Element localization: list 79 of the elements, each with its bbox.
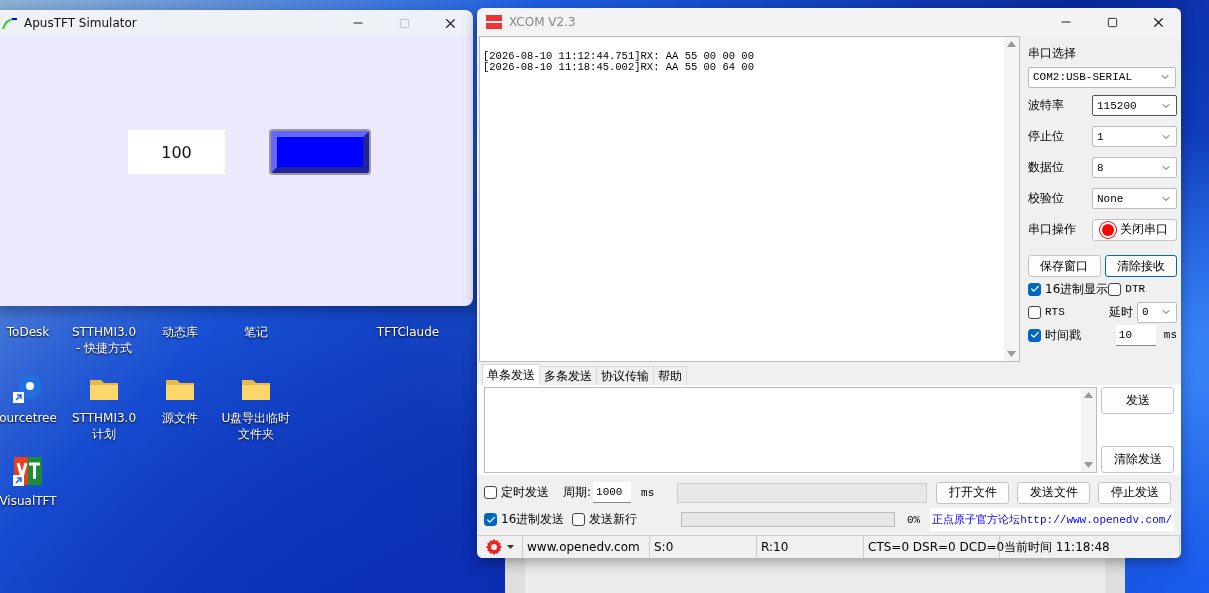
checkbox[interactable] — [484, 486, 497, 499]
setting-dropdown[interactable]: 1 — [1092, 126, 1177, 147]
unit-label: ms — [641, 486, 656, 499]
tab[interactable]: 协议传输 — [596, 366, 654, 385]
scroll-up-icon[interactable] — [1007, 41, 1016, 47]
app-logo-icon — [485, 14, 503, 30]
desktop-icon-label[interactable]: 笔记 — [244, 324, 268, 340]
port-label: 串口选择 — [1028, 44, 1076, 62]
setting-label: 校验位 — [1028, 190, 1064, 207]
setting-label: 数据位 — [1028, 159, 1064, 176]
checkbox-label: 定时发送 — [501, 484, 549, 501]
bevel-button[interactable] — [271, 131, 369, 173]
desktop-icon-label[interactable]: ourcetree — [0, 410, 57, 426]
desktop-icon-label[interactable]: 动态库 — [162, 324, 198, 340]
checkbox[interactable] — [1028, 328, 1041, 342]
desktop-icon-label[interactable]: STTHMI3.0 计划 — [68, 410, 140, 442]
tab[interactable]: 单条发送 — [482, 364, 540, 385]
status-cell: R:10 — [757, 536, 864, 558]
checkbox-label: 16进制发送 — [501, 511, 565, 528]
send-button[interactable]: 清除发送 — [1101, 446, 1174, 473]
scrollbar[interactable] — [1081, 388, 1096, 472]
unit-label: ms — [1163, 329, 1177, 341]
receive-button[interactable]: 保存窗口 — [1028, 255, 1101, 277]
status-cell: www.openedv.com — [523, 536, 650, 558]
checkbox-label: DTR — [1125, 283, 1146, 295]
receive-button[interactable]: 清除接收 — [1104, 255, 1177, 277]
app-logo-icon — [2, 17, 18, 29]
window-title: ApusTFT Simulator — [24, 16, 138, 30]
checkbox[interactable] — [572, 513, 586, 526]
maximize-icon — [1106, 16, 1118, 28]
desktop-icon-label[interactable]: STTHMI3.0 - 快捷方式 — [68, 324, 140, 356]
setting-label: 波特率 — [1028, 97, 1064, 114]
send-button[interactable]: 发送 — [1101, 387, 1174, 414]
checkbox[interactable] — [484, 513, 497, 526]
checkbox[interactable] — [1028, 282, 1041, 296]
scroll-down-icon[interactable] — [1007, 351, 1016, 357]
maximize-icon — [398, 17, 410, 29]
checkbox[interactable] — [1108, 282, 1122, 296]
delay-dropdown[interactable]: 0 — [1137, 301, 1177, 323]
checkbox-label: RTS — [1045, 306, 1065, 318]
tab[interactable]: 多条发送 — [539, 366, 597, 385]
setting-label: 停止位 — [1028, 128, 1064, 145]
delay-label: 延时 — [1109, 303, 1133, 321]
operation-label: 串口操作 — [1028, 221, 1076, 238]
setting-dropdown[interactable]: 115200 — [1092, 95, 1177, 116]
receive-line: [2026-08-10 11:12:44.751]RX: AA 55 00 00 00 — [483, 51, 755, 62]
progress-reading: 0% — [906, 513, 921, 526]
receive-area[interactable]: [2026-08-10 11:12:44.751]RX: AA 55 00 00 00 [2026-08-10 11:18:45.002]RX: AA 55 00 64 00 — [479, 36, 1020, 362]
desktop-icon-label[interactable]: ToDesk — [6, 324, 50, 340]
window-title: XCOM V2.3 — [509, 15, 577, 29]
file-button[interactable]: 发送文件 — [1017, 481, 1091, 504]
timestamp-field[interactable]: 10 — [1115, 324, 1156, 346]
setting-dropdown[interactable]: None — [1092, 188, 1177, 209]
period-field[interactable]: 1000 — [593, 482, 632, 503]
checkbox-label: 16进制显示 — [1045, 280, 1109, 298]
scrollbar[interactable] — [1004, 37, 1019, 361]
scroll-up-icon[interactable] — [1084, 392, 1093, 398]
port-dropdown[interactable]: COM2:USB-SERIAL — [1028, 66, 1176, 88]
desktop-icon-label[interactable]: VisualTFT — [0, 493, 57, 509]
desktop-icon-label[interactable]: TFTClaude — [376, 324, 440, 340]
scroll-down-icon[interactable] — [1084, 462, 1093, 468]
status-cell: S:0 — [650, 536, 757, 558]
file-button[interactable]: 停止发送 — [1098, 481, 1172, 504]
checkbox-label: 时间戳 — [1045, 326, 1081, 344]
checkbox-label: 发送新行 — [589, 511, 638, 528]
number-display: 100 — [128, 130, 225, 174]
close-port-button[interactable]: 关闭串口 — [1092, 218, 1177, 241]
tab[interactable]: 帮助 — [653, 366, 687, 385]
period-label: 周期: — [563, 484, 592, 501]
forum-link[interactable]: 正点原子官方论坛http://www.openedv.com/ — [930, 508, 1174, 531]
file-button[interactable]: 打开文件 — [936, 481, 1010, 504]
desktop-icon-label[interactable]: 源文件 — [162, 410, 198, 426]
app-icon[interactable] — [12, 372, 44, 404]
checkbox[interactable] — [1028, 305, 1041, 319]
file-path-field[interactable] — [677, 482, 928, 503]
app-icon[interactable] — [12, 455, 44, 487]
desktop-icon-label[interactable]: U盘导出临时文件夹 — [220, 410, 292, 442]
setting-dropdown[interactable]: 8 — [1092, 157, 1177, 178]
receive-line: [2026-08-10 11:18:45.002]RX: AA 55 00 64 00 — [483, 62, 755, 73]
